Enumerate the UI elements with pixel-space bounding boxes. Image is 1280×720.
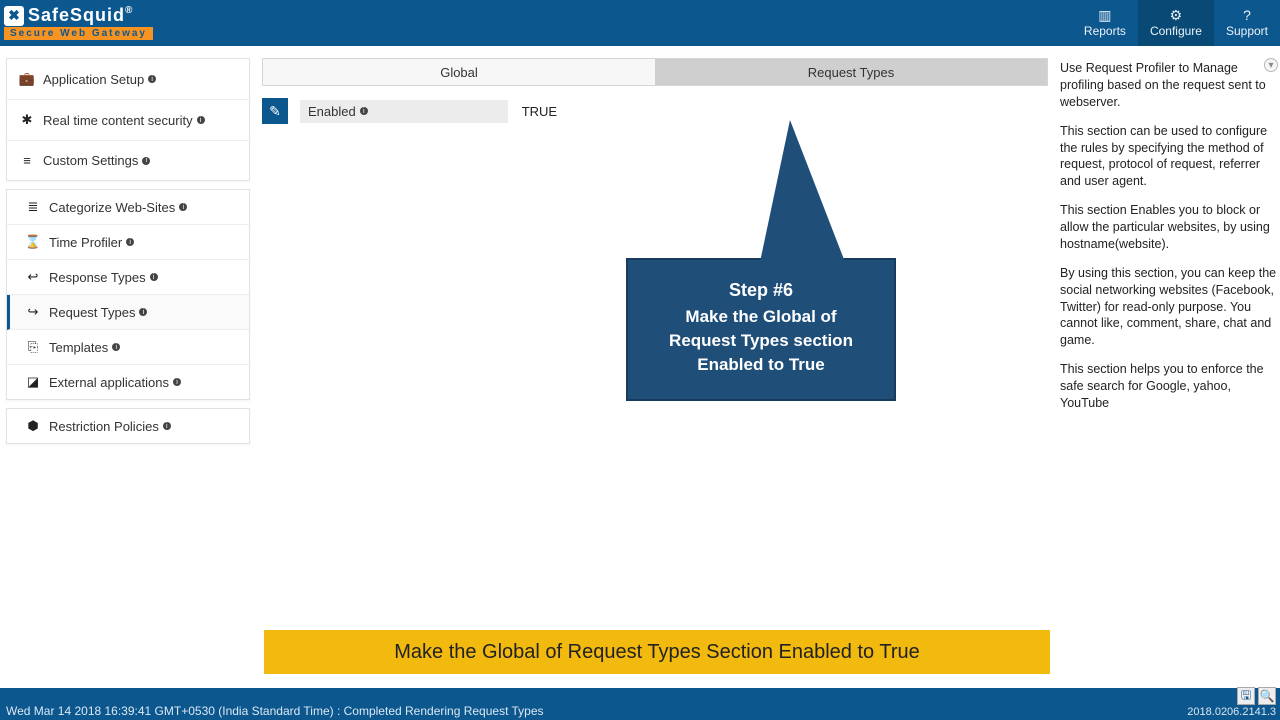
sidebar-label: Custom Settings [43, 153, 138, 168]
info-icon: i [139, 308, 147, 316]
nav-label: Reports [1084, 24, 1126, 38]
sidebar-item-response-types[interactable]: ↩ Response Types i [7, 260, 249, 295]
sidebar-item-request-types[interactable]: ↪ Request Types i [7, 295, 249, 330]
db-icon: ≣ [23, 199, 43, 215]
nav-support[interactable]: ? Support [1214, 0, 1280, 46]
sidebar-panel-top: 💼 Application Setup i ✱ Real time conten… [6, 58, 250, 181]
sidebar-item-rt-security[interactable]: ✱ Real time content security i [7, 100, 249, 141]
sidebar-label: Templates [49, 340, 108, 355]
body: 💼 Application Setup i ✱ Real time conten… [0, 46, 1280, 674]
help-text: Use Request Profiler to Manage profiling… [1060, 60, 1278, 111]
info-icon: i [148, 75, 156, 83]
sidebar: 💼 Application Setup i ✱ Real time conten… [0, 46, 256, 674]
sidebar-label: Categorize Web-Sites [49, 200, 175, 215]
step-callout: Step #6 Make the Global of Request Types… [626, 258, 896, 401]
sidebar-item-app-setup[interactable]: 💼 Application Setup i [7, 59, 249, 100]
brand-icon: ✖ [4, 6, 24, 26]
sidebar-label: Real time content security [43, 113, 193, 128]
sidebar-label: Restriction Policies [49, 419, 159, 434]
info-icon: i [163, 422, 171, 430]
search-button[interactable]: 🔍 [1258, 687, 1276, 705]
sidebar-item-custom[interactable]: ≡ Custom Settings i [7, 141, 249, 180]
status-right: 🖫 🔍 2018.0206.2141.3 [1187, 687, 1276, 718]
fwd-icon: ↪ [23, 304, 43, 320]
help-panel: Use Request Profiler to Manage profiling… [1054, 46, 1280, 674]
enabled-value: TRUE [522, 104, 557, 119]
top-nav: ▥ Reports ⚙ Configure ? Support [1072, 0, 1280, 46]
sidebar-item-external-apps[interactable]: ◪ External applications i [7, 365, 249, 399]
template-icon: ⎘ [23, 339, 43, 355]
brand-tagline: Secure Web Gateway [4, 26, 153, 41]
tabs: Global Request Types [262, 58, 1048, 86]
status-bar: Wed Mar 14 2018 16:39:41 GMT+0530 (India… [0, 688, 1280, 720]
callout-line: Make the Global of [648, 305, 874, 329]
bug-icon: ✱ [17, 112, 37, 128]
info-icon: i [112, 343, 120, 351]
sidebar-item-categorize[interactable]: ≣ Categorize Web-Sites i [7, 190, 249, 225]
info-icon: i [142, 157, 150, 165]
nav-label: Support [1226, 24, 1268, 38]
tab-global[interactable]: Global [263, 59, 655, 85]
reports-icon: ▥ [1098, 8, 1111, 22]
sidebar-label: Application Setup [43, 72, 144, 87]
save-button[interactable]: 🖫 [1237, 687, 1255, 705]
info-icon: i [360, 107, 368, 115]
build-version: 2018.0206.2141.3 [1187, 706, 1276, 718]
info-icon: i [126, 238, 134, 246]
info-icon: i [197, 116, 205, 124]
support-icon: ? [1243, 8, 1251, 22]
help-text: This section can be used to configure th… [1060, 123, 1278, 191]
tab-request-types[interactable]: Request Types [655, 59, 1047, 85]
info-icon: i [150, 273, 158, 281]
info-icon: i [173, 378, 181, 386]
nav-configure[interactable]: ⚙ Configure [1138, 0, 1214, 46]
help-text: By using this section, you can keep the … [1060, 265, 1278, 349]
brand-name: SafeSquid® [28, 5, 133, 26]
help-text: This section Enables you to block or all… [1060, 202, 1278, 253]
callout-line: Enabled to True [648, 353, 874, 377]
main: Global Request Types ✎ Enabled i TRUE Us… [256, 46, 1280, 674]
briefcase-icon: 💼 [17, 71, 37, 87]
nav-label: Configure [1150, 24, 1202, 38]
sidebar-label: Response Types [49, 270, 146, 285]
sidebar-label: Request Types [49, 305, 135, 320]
enabled-label: Enabled i [300, 100, 508, 123]
edit-button[interactable]: ✎ [262, 98, 288, 124]
sidebar-subgroup: ≣ Categorize Web-Sites i ⌛ Time Profiler… [6, 189, 250, 400]
sidebar-label: External applications [49, 375, 169, 390]
status-text: Wed Mar 14 2018 16:39:41 GMT+0530 (India… [6, 704, 544, 718]
info-icon: i [179, 203, 187, 211]
sidebar-label: Time Profiler [49, 235, 122, 250]
help-text: This section helps you to enforce the sa… [1060, 361, 1278, 412]
hourglass-icon: ⌛ [23, 234, 43, 250]
instruction-banner: Make the Global of Request Types Section… [264, 630, 1050, 674]
shield-icon: ⬢ [23, 418, 43, 434]
brand-block: ✖ SafeSquid® Secure Web Gateway [0, 5, 153, 41]
callout-title: Step #6 [648, 278, 874, 303]
callout-line: Request Types section [648, 329, 874, 353]
sidebar-panel-bottom: ⬢ Restriction Policies i [6, 408, 250, 444]
back-icon: ↩ [23, 269, 43, 285]
global-enabled-row: ✎ Enabled i TRUE [262, 96, 1048, 126]
nav-reports[interactable]: ▥ Reports [1072, 0, 1138, 46]
ext-icon: ◪ [23, 374, 43, 390]
sliders-icon: ≡ [17, 153, 37, 168]
sidebar-item-restriction[interactable]: ⬢ Restriction Policies i [7, 409, 249, 443]
enabled-label-text: Enabled [308, 104, 356, 119]
top-bar: ✖ SafeSquid® Secure Web Gateway ▥ Report… [0, 0, 1280, 46]
sidebar-item-templates[interactable]: ⎘ Templates i [7, 330, 249, 365]
configure-icon: ⚙ [1170, 8, 1183, 22]
scroll-up-icon[interactable]: ▾ [1264, 58, 1278, 72]
sidebar-item-time-profiler[interactable]: ⌛ Time Profiler i [7, 225, 249, 260]
